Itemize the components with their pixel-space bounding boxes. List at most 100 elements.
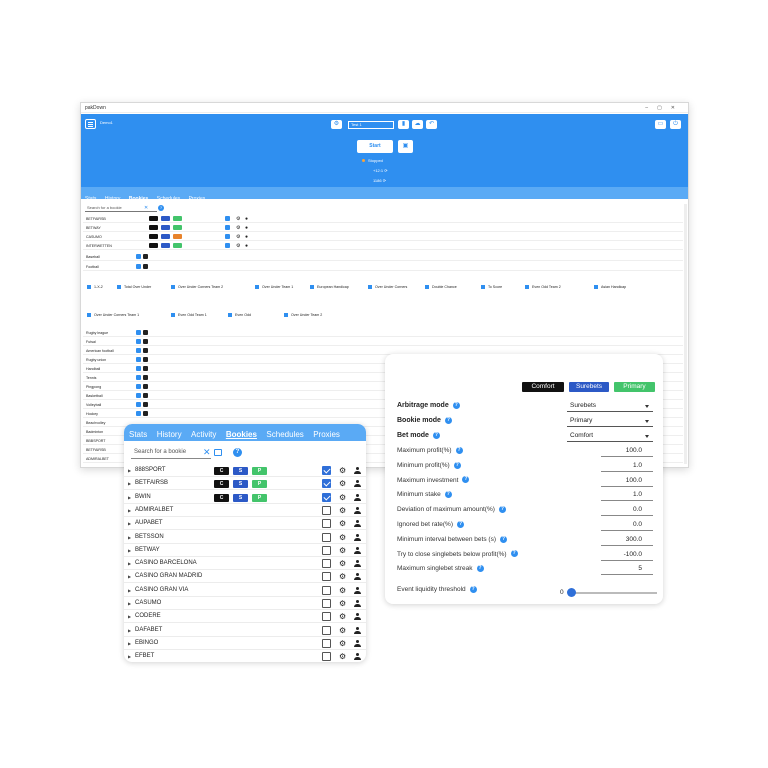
caret-right-icon[interactable]: ▶ xyxy=(128,650,131,662)
gear-icon[interactable]: ⚙ xyxy=(236,215,240,223)
bookie-mode-select[interactable]: Primary xyxy=(567,415,653,427)
sport-checkbox[interactable] xyxy=(136,357,141,362)
gear-icon[interactable]: ⚙ xyxy=(339,650,346,662)
gear-icon[interactable]: ⚙ xyxy=(339,544,346,557)
tag-surebets[interactable]: S xyxy=(233,467,248,475)
refresh-icon[interactable]: ⟳ xyxy=(384,168,387,173)
setting-value-input[interactable]: 100.0 xyxy=(601,475,653,487)
market-checkbox[interactable]: Total Over Under xyxy=(117,284,151,290)
sport-checkbox[interactable] xyxy=(136,339,141,344)
primary-chip[interactable]: Primary xyxy=(614,382,655,392)
save-icon[interactable]: ▣ xyxy=(398,140,413,153)
tag-comfort[interactable]: C xyxy=(214,467,229,475)
caret-right-icon[interactable]: ▶ xyxy=(128,504,131,517)
gear-icon[interactable]: ⚙ xyxy=(236,233,240,241)
main-bookie-row[interactable]: BETFAIRSB ⚙ ● xyxy=(83,215,683,223)
tag-comfort[interactable]: C xyxy=(214,493,229,502)
gear-icon[interactable]: ⚙ xyxy=(339,517,346,530)
setting-value-input[interactable]: 5 xyxy=(601,563,653,576)
bookie-enabled-checkbox[interactable] xyxy=(322,652,331,662)
market-checkbox[interactable]: Over Under Corners Team 2 xyxy=(171,284,223,290)
sport-row[interactable]: Baseball xyxy=(83,253,683,261)
help-icon[interactable]: ? xyxy=(444,491,452,499)
market-checkbox[interactable]: Asian Handicap xyxy=(594,284,626,290)
person-icon[interactable] xyxy=(354,626,361,635)
bookie-row[interactable]: ▶ AUPABET ⚙ xyxy=(124,517,366,531)
main-bookie-row[interactable]: CASUMO ⚙ ● xyxy=(83,233,683,241)
person-icon[interactable] xyxy=(354,600,361,608)
person-icon[interactable] xyxy=(354,560,361,568)
market-checkbox[interactable]: Over Under Team 1 xyxy=(255,284,293,290)
sport-checkbox[interactable] xyxy=(136,348,141,353)
undo-icon-button[interactable]: ↶ xyxy=(426,120,437,129)
person-icon[interactable] xyxy=(354,546,361,555)
main-bookie-row[interactable]: INTERWETTEN ⚙ ● xyxy=(83,242,683,250)
liquidity-slider-thumb[interactable] xyxy=(567,588,576,597)
sport-checkbox-secondary[interactable] xyxy=(143,411,148,416)
bookie-enabled-checkbox[interactable] xyxy=(322,559,331,569)
market-checkbox[interactable]: Over Under Team 2 xyxy=(284,312,322,318)
market-checkbox[interactable]: European Handicap xyxy=(310,284,349,290)
setting-value-input[interactable]: 300.0 xyxy=(601,534,653,546)
refresh-icon[interactable]: ⟳ xyxy=(383,178,386,183)
tab-bookies[interactable]: Bookies xyxy=(226,426,257,443)
sport-checkbox-secondary[interactable] xyxy=(143,402,148,407)
setting-value-input[interactable]: 1.0 xyxy=(601,460,653,472)
settings-icon-button[interactable]: ⚙ xyxy=(331,120,342,129)
sport-checkbox-secondary[interactable] xyxy=(143,264,148,269)
gear-icon[interactable]: ⚙ xyxy=(339,491,346,504)
person-icon[interactable] xyxy=(354,533,361,542)
main-bookie-row[interactable]: BETWAY ⚙ ● xyxy=(83,224,683,232)
caret-right-icon[interactable]: ▶ xyxy=(128,544,131,557)
tag-surebets[interactable]: S xyxy=(233,493,248,502)
bookie-enabled-checkbox[interactable] xyxy=(322,625,331,635)
bookie-row[interactable]: ▶ ADMIRALBET ⚙ xyxy=(124,504,366,517)
person-icon[interactable]: ● xyxy=(245,242,248,250)
bookie-enabled-checkbox[interactable] xyxy=(322,479,331,489)
help-icon[interactable]: ? xyxy=(452,401,460,409)
tag-comfort[interactable]: C xyxy=(214,480,229,489)
caret-right-icon[interactable]: ▶ xyxy=(128,464,131,477)
market-checkbox[interactable]: Even Odd Team 1 xyxy=(171,312,207,318)
bookie-row[interactable]: ▶ BETFAIRSB C S P ⚙ xyxy=(124,477,366,491)
window-icon-button[interactable]: ▭ xyxy=(655,120,666,129)
main-checkbox[interactable] xyxy=(225,225,230,230)
gear-icon[interactable]: ⚙ xyxy=(339,637,346,650)
gear-icon[interactable]: ⚙ xyxy=(339,504,346,517)
bookie-enabled-checkbox[interactable] xyxy=(322,572,331,582)
bookie-enabled-checkbox[interactable] xyxy=(322,505,331,515)
close-icon[interactable]: ✕ xyxy=(144,204,148,212)
help-icon[interactable]: ? xyxy=(457,520,465,528)
menu-icon[interactable] xyxy=(85,119,96,129)
caret-right-icon[interactable]: ▶ xyxy=(128,491,131,504)
help-icon[interactable]: ? xyxy=(444,416,452,424)
market-checkbox[interactable]: Over Under Corners Team 1 xyxy=(87,312,139,318)
market-checkbox[interactable]: Double Chance xyxy=(425,284,457,290)
arbitrage-mode-select[interactable]: Surebets xyxy=(567,400,653,412)
gear-icon[interactable]: ⚙ xyxy=(339,597,346,610)
caret-right-icon[interactable]: ▶ xyxy=(128,517,131,530)
bookie-enabled-checkbox[interactable] xyxy=(322,519,331,529)
sport-checkbox[interactable] xyxy=(136,402,141,407)
account-input[interactable]: Test 1 xyxy=(348,121,394,129)
bookie-enabled-checkbox[interactable] xyxy=(322,532,331,542)
bookie-enabled-checkbox[interactable] xyxy=(322,466,331,475)
sport-checkbox-secondary[interactable] xyxy=(143,339,148,344)
help-icon[interactable]: ? xyxy=(476,565,484,573)
gear-icon[interactable]: ⚙ xyxy=(339,557,346,570)
caret-right-icon[interactable]: ▶ xyxy=(128,531,131,544)
bookie-enabled-checkbox[interactable] xyxy=(322,638,331,648)
power-icon-button[interactable]: ⏻ xyxy=(670,120,681,129)
main-checkbox[interactable] xyxy=(225,234,230,239)
person-icon[interactable]: ● xyxy=(245,224,248,232)
person-icon[interactable] xyxy=(354,520,361,528)
bookie-row[interactable]: ▶ BETWAY ⚙ xyxy=(124,544,366,557)
sport-checkbox[interactable] xyxy=(136,411,141,416)
start-button[interactable]: Start xyxy=(357,140,393,153)
sport-checkbox-secondary[interactable] xyxy=(143,330,148,335)
sport-checkbox[interactable] xyxy=(136,366,141,371)
sport-checkbox[interactable] xyxy=(136,264,141,269)
person-icon[interactable] xyxy=(354,613,361,621)
caret-right-icon[interactable]: ▶ xyxy=(128,477,131,490)
gear-icon[interactable]: ⚙ xyxy=(339,584,346,597)
